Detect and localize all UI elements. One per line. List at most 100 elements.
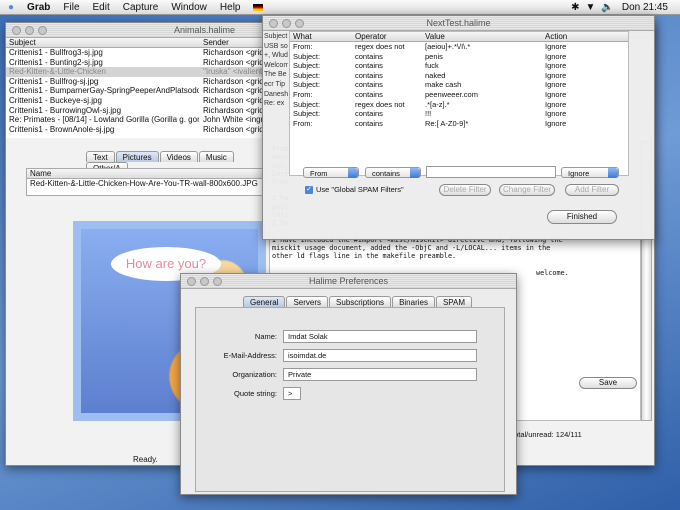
message-row[interactable]: Crittenis1 - BrownAnole-sj.jpg Richardson…	[6, 125, 264, 135]
rule-row[interactable]: From: regex does not [aeiou]+.*\/I\.* Ignor…	[290, 42, 628, 52]
save-button[interactable]: Save	[579, 377, 637, 389]
rule-operator: contains	[355, 118, 383, 128]
bluetooth-icon[interactable]: ✱	[571, 2, 579, 13]
menu-capture[interactable]: Capture	[123, 2, 159, 13]
flag-icon[interactable]	[253, 3, 264, 11]
rule-what: Subject:	[293, 109, 321, 119]
rule-action: Ignore	[545, 99, 567, 109]
tab-binaries[interactable]: Binaries	[392, 296, 435, 307]
message-row[interactable]: Crittenis1 - BumparnerGay-SpringPeeperAn…	[6, 86, 264, 96]
column-name[interactable]: Name	[27, 169, 265, 179]
rule-operator: contains	[355, 80, 383, 90]
message-row[interactable]: Crittenis1 - Bullfrog3-sj.jpg Richardson …	[6, 48, 264, 58]
rule-value: !!!	[425, 109, 432, 119]
tab-servers[interactable]: Servers	[286, 296, 329, 307]
rule-what: From:	[293, 89, 313, 99]
rule-row[interactable]: From: contains peenweeer.com Ignore	[290, 90, 628, 100]
add-filter-button[interactable]: Add Filter	[565, 184, 619, 196]
counts: total/unread: 124/111	[512, 430, 582, 439]
rule-row[interactable]: Subject: contains!!! Ignore	[290, 109, 628, 119]
filter-window: NextTest.halime Subject USB sol +, Wlud Wel…	[262, 15, 655, 240]
message-subject: Crittenis1 - BurrowingOwl-sj.jpg	[9, 105, 122, 115]
value-input[interactable]	[426, 166, 556, 178]
title-bar[interactable]: Halime Preferences	[181, 274, 516, 289]
message-row[interactable]: Crittenis1 - Buckeye-sj.jpg Richardson <g…	[6, 96, 264, 106]
title-bar[interactable]: NextTest.halime	[263, 16, 654, 31]
rule-operator: contains	[355, 109, 383, 119]
close-button[interactable]	[187, 277, 196, 286]
rule-value: penis	[425, 51, 443, 61]
field-label: E-Mail-Address:	[223, 351, 277, 360]
finished-button[interactable]: Finished	[547, 210, 617, 224]
message-row[interactable]: Crittenis1 - Bullfrog-sj.jpg Richardson <…	[6, 77, 264, 87]
tab-text[interactable]: Text	[86, 151, 115, 162]
minimize-button[interactable]	[25, 26, 34, 35]
message-subject: Crittenis1 - BrownAnole-sj.jpg	[9, 124, 115, 134]
tab-spam[interactable]: SPAM	[435, 296, 473, 307]
zoom-button[interactable]	[213, 277, 222, 286]
rule-row[interactable]: Subject: contains naked Ignore	[290, 71, 628, 81]
rule-action: Ignore	[545, 80, 567, 90]
message-sender: "Iruska" <ivalient	[203, 67, 263, 77]
rule-row[interactable]: From: contains Re:[ A-Z0-9]* Ignore	[290, 119, 628, 129]
message-row[interactable]: Crittenis1 - Bunting2-sj.jpg Richardson <…	[6, 58, 264, 68]
message-row[interactable]: Red-Kitten-&-Little-Chicken "Iruska" <iva…	[6, 67, 264, 77]
close-button[interactable]	[12, 26, 21, 35]
tab-videos[interactable]: Videos	[159, 151, 198, 162]
menu-help[interactable]: Help	[220, 2, 241, 13]
body-end: welcome.	[536, 268, 569, 277]
rule-value: make cash	[425, 80, 462, 90]
column-what[interactable]: What	[293, 32, 312, 42]
menu-file[interactable]: File	[63, 2, 79, 13]
rule-operator: contains	[355, 51, 383, 61]
wifi-icon[interactable]: ▼	[585, 2, 595, 13]
zoom-button[interactable]	[295, 19, 304, 28]
close-button[interactable]	[269, 19, 278, 28]
clock[interactable]: Don 21:45	[622, 2, 668, 13]
message-row[interactable]: Crittenis1 - BurrowingOwl-sj.jpg Richards…	[6, 106, 264, 116]
column-operator[interactable]: Operator	[355, 32, 387, 42]
message-row[interactable]: Re: Primates - [08/14] - Lowland Gorilla…	[6, 115, 264, 125]
behind-subject: ecr Tip	[264, 80, 286, 88]
column-value[interactable]: Value	[425, 32, 445, 42]
tab-subscriptions[interactable]: Subscriptions	[329, 296, 392, 307]
rule-row[interactable]: Subject: regex does not .*[a-z].* Ignore	[290, 100, 628, 110]
attachment-list[interactable]: Name Red-Kitten-&-Little-Chicken-How-Are…	[26, 168, 266, 196]
change-filter-button[interactable]: Change Filter	[499, 184, 555, 196]
message-sender: Richardson <gridf	[203, 95, 264, 105]
column-sender[interactable]: Sender	[203, 38, 229, 48]
rule-row[interactable]: Subject: contains penis Ignore	[290, 52, 628, 62]
rule-value: naked	[425, 70, 446, 80]
apple-menu-icon[interactable]: ●	[8, 2, 14, 13]
volume-icon[interactable]: 🔈	[601, 2, 613, 13]
minimize-button[interactable]	[282, 19, 291, 28]
field-label: Name:	[254, 332, 277, 341]
tab-pictures[interactable]: Pictures	[115, 151, 159, 162]
file-row[interactable]: Red-Kitten-&-Little-Chicken-How-Are-You-…	[27, 179, 265, 189]
menu-grab[interactable]: Grab	[27, 2, 50, 13]
tab-general[interactable]: General	[243, 296, 286, 307]
field-input[interactable]: Private	[283, 368, 477, 381]
field-input[interactable]: Imdat Solak	[283, 330, 477, 343]
field-input[interactable]: >	[283, 387, 301, 400]
action-select[interactable]: Ignore	[561, 167, 619, 178]
what-select[interactable]: From	[303, 167, 359, 178]
rules-table[interactable]: What Operator Value Action From: regex does …	[289, 31, 629, 176]
delete-filter-button[interactable]: Delete Filter	[439, 184, 491, 196]
field-input[interactable]: isoimdat.de	[283, 349, 477, 362]
global-spam-checkbox[interactable]: ✓ Use "Global SPAM Filters"	[305, 185, 404, 194]
menu-window[interactable]: Window	[171, 2, 207, 13]
menu-edit[interactable]: Edit	[93, 2, 110, 13]
zoom-button[interactable]	[38, 26, 47, 35]
checkbox-icon: ✓	[305, 185, 313, 194]
rule-value: [aeiou]+.*\/I\.*	[425, 42, 471, 51]
rule-row[interactable]: Subject: contains fuck Ignore	[290, 61, 628, 71]
rule-row[interactable]: Subject: contains make cash Ignore	[290, 80, 628, 90]
column-action[interactable]: Action	[545, 32, 567, 42]
tab-music[interactable]: Music	[198, 151, 234, 162]
operator-select[interactable]: contains	[365, 167, 421, 178]
minimize-button[interactable]	[200, 277, 209, 286]
message-list[interactable]: Subject Sender Crittenis1 - Bullfrog3-sj.…	[6, 38, 264, 138]
column-subject[interactable]: Subject	[9, 38, 36, 48]
field-label: Organization:	[232, 370, 277, 379]
